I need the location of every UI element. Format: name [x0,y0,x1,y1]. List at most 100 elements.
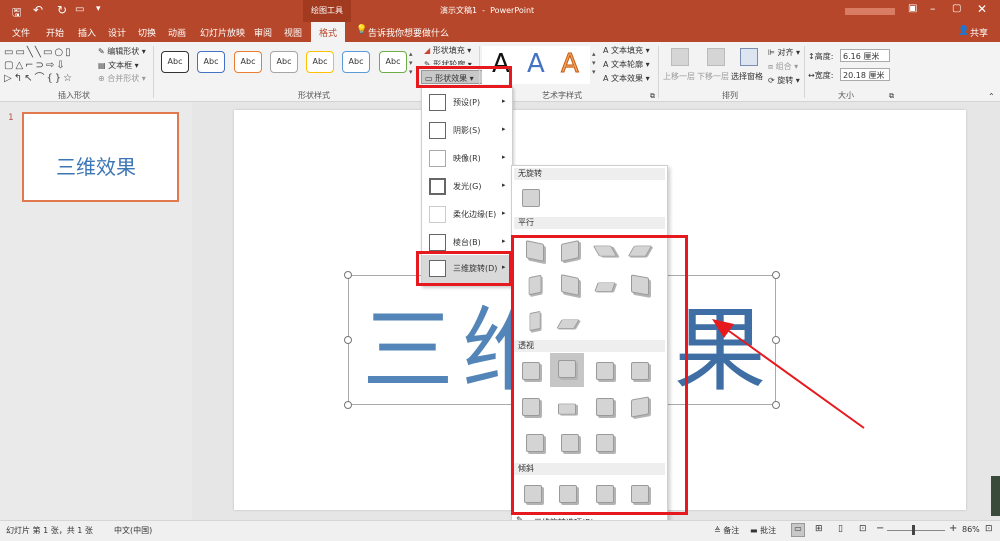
zoom-in-button[interactable]: + [949,523,957,534]
zoom-level[interactable]: 86% [962,525,980,534]
merge-shapes-button[interactable]: ⊕ 合并形状 ▾ [98,73,146,84]
menu-item-glow-label: 发光(G) [453,182,482,191]
size-dialog-launcher-icon[interactable]: ⧉ [889,92,894,101]
tab-design[interactable]: 设计 [108,26,126,39]
rotation-preset-none[interactable] [522,189,540,207]
merge-shapes-icon: ⊕ [98,74,105,83]
width-field[interactable]: 20.18 厘米 [840,68,890,81]
section-no-rotation: 无旋转 [514,168,665,180]
notes-button[interactable]: ≜ 备注 [714,525,739,536]
text-box-icon: ▤ [98,61,106,70]
tab-insert[interactable]: 插入 [78,26,96,39]
menu-item-preset[interactable]: 预设(P) ▸ [422,89,514,117]
height-field[interactable]: 6.16 厘米 [840,49,890,62]
tab-animations[interactable]: 动画 [168,26,186,39]
comments-button[interactable]: ▬ 批注 [750,525,776,536]
slideshow-icon[interactable]: ⊡ [859,524,867,534]
style-sample-6[interactable]: Abc [342,51,370,73]
document-title: 演示文稿1 - PowerPoint [440,6,535,15]
minimize-icon[interactable]: – [930,2,936,15]
style-sample-1[interactable]: Abc [161,51,189,73]
text-effects-button[interactable]: A 文本效果 ▾ [603,73,650,84]
tab-format[interactable]: 格式 [311,22,345,42]
text-fill-label: 文本填充 [611,46,644,55]
close-icon[interactable]: ✕ [977,2,987,16]
height-label: ↕高度: [808,51,833,62]
height-icon: ↕ [808,52,815,61]
slide-sorter-icon[interactable]: ⊞ [815,524,823,534]
tab-home[interactable]: 开始 [46,26,64,39]
group-button[interactable]: ⧈ 组合 ▾ [768,61,798,72]
selection-pane-label: 选择窗格 [731,72,763,81]
text-effects-icon: A [603,74,609,83]
selection-pane-button[interactable]: 选择窗格 [731,46,767,86]
style-gallery-more-icon[interactable]: ▴ ▾ ▾ [409,50,413,77]
tell-me-box[interactable]: 告诉我你想要做什么 [368,26,449,39]
style-sample-5[interactable]: Abc [306,51,334,73]
tab-transitions[interactable]: 切换 [138,26,156,39]
share-icon[interactable]: 👤 [958,26,969,36]
align-icon: ⊫ [768,48,775,57]
present-icon[interactable]: ▭ [75,4,84,15]
style-sample-4[interactable]: Abc [270,51,298,73]
text-box-label: 文本框 [108,61,133,70]
resize-handle[interactable] [344,336,352,344]
shapes-gallery[interactable]: ▭▭╲╲▭○▯ ▢△⌐⊃⇨⇩ ▷↰↖⌒{}☆ [4,46,92,88]
redo-icon[interactable]: ↻ [57,3,67,17]
send-backward-label: 下移一层 [697,72,729,81]
maximize-icon[interactable]: ▢ [952,3,961,14]
zoom-out-button[interactable]: − [876,523,884,534]
align-button[interactable]: ⊫ 对齐 ▾ [768,47,800,58]
qat-more-icon[interactable]: ▾ [96,4,101,14]
resize-handle[interactable] [772,271,780,279]
tab-file[interactable]: 文件 [12,26,30,39]
submenu-arrow-icon: ▸ [502,209,506,217]
ribbon-display-icon[interactable]: ▣ [908,3,917,14]
wordart-sample-2[interactable]: A [527,49,545,79]
reading-view-icon[interactable]: ▯ [838,524,843,534]
send-backward-button[interactable]: 下移一层 [697,46,735,86]
zoom-slider-thumb[interactable] [912,525,915,535]
section-parallel: 平行 [514,217,665,229]
normal-view-icon[interactable]: ▭ [791,523,805,537]
menu-item-shadow[interactable]: 阴影(S) ▸ [422,117,514,145]
style-sample-2[interactable]: Abc [197,51,225,73]
style-sample-3[interactable]: Abc [234,51,262,73]
style-sample-7[interactable]: Abc [379,51,407,73]
language[interactable]: 中文(中国) [114,525,152,536]
text-fill-button[interactable]: A 文本填充 ▾ [603,45,650,56]
shape-fill-button[interactable]: ◢ 形状填充 ▾ [424,45,471,56]
menu-item-shadow-label: 阴影(S) [453,126,481,135]
menu-item-soft-edges[interactable]: 柔化边缘(E) ▸ [422,201,514,229]
resize-handle[interactable] [344,271,352,279]
insert-shapes-group-label: 插入形状 [58,91,90,100]
text-outline-button[interactable]: A 文本轮廓 ▾ [603,59,650,70]
context-tab-header: 绘图工具 [303,0,351,22]
share-button[interactable]: 共享 [970,26,988,39]
wordart-sample-3[interactable]: A [561,49,580,80]
undo-icon[interactable]: ↶ [33,3,43,17]
rotate-button[interactable]: ⟳ 旋转 ▾ [768,75,800,86]
tab-review[interactable]: 审阅 [254,26,272,39]
slide-thumbnail[interactable]: 三维效果 [22,112,179,202]
shape-fill-label: 形状填充 [432,46,465,55]
width-label-text: 宽度: [814,71,834,80]
menu-item-glow[interactable]: 发光(G) ▸ [422,173,514,201]
zoom-slider[interactable] [887,530,945,531]
fit-slide-icon[interactable]: ⊡ [985,524,993,534]
notes-icon: ≜ [714,526,721,535]
resize-handle[interactable] [344,401,352,409]
menu-item-reflection[interactable]: 映像(R) ▸ [422,145,514,173]
tab-view[interactable]: 视图 [284,26,302,39]
reflection-icon [429,150,446,167]
save-icon[interactable]: 🖫 [12,4,21,23]
tab-slideshow[interactable]: 幻灯片放映 [200,26,245,39]
text-box-button[interactable]: ▤ 文本框 ▾ [98,60,139,71]
selection-pane-icon [740,48,758,66]
highlight-3d-rotation [416,251,512,286]
wordart-more-icon[interactable]: ▴ ▾ ▾ [592,50,596,77]
bring-forward-button[interactable]: 上移一层 [661,46,699,86]
edit-shape-button[interactable]: ✎ 编辑形状 ▾ [98,46,146,57]
wordart-dialog-launcher-icon[interactable]: ⧉ [650,92,655,101]
collapse-ribbon-icon[interactable]: ⌃ [988,92,995,101]
